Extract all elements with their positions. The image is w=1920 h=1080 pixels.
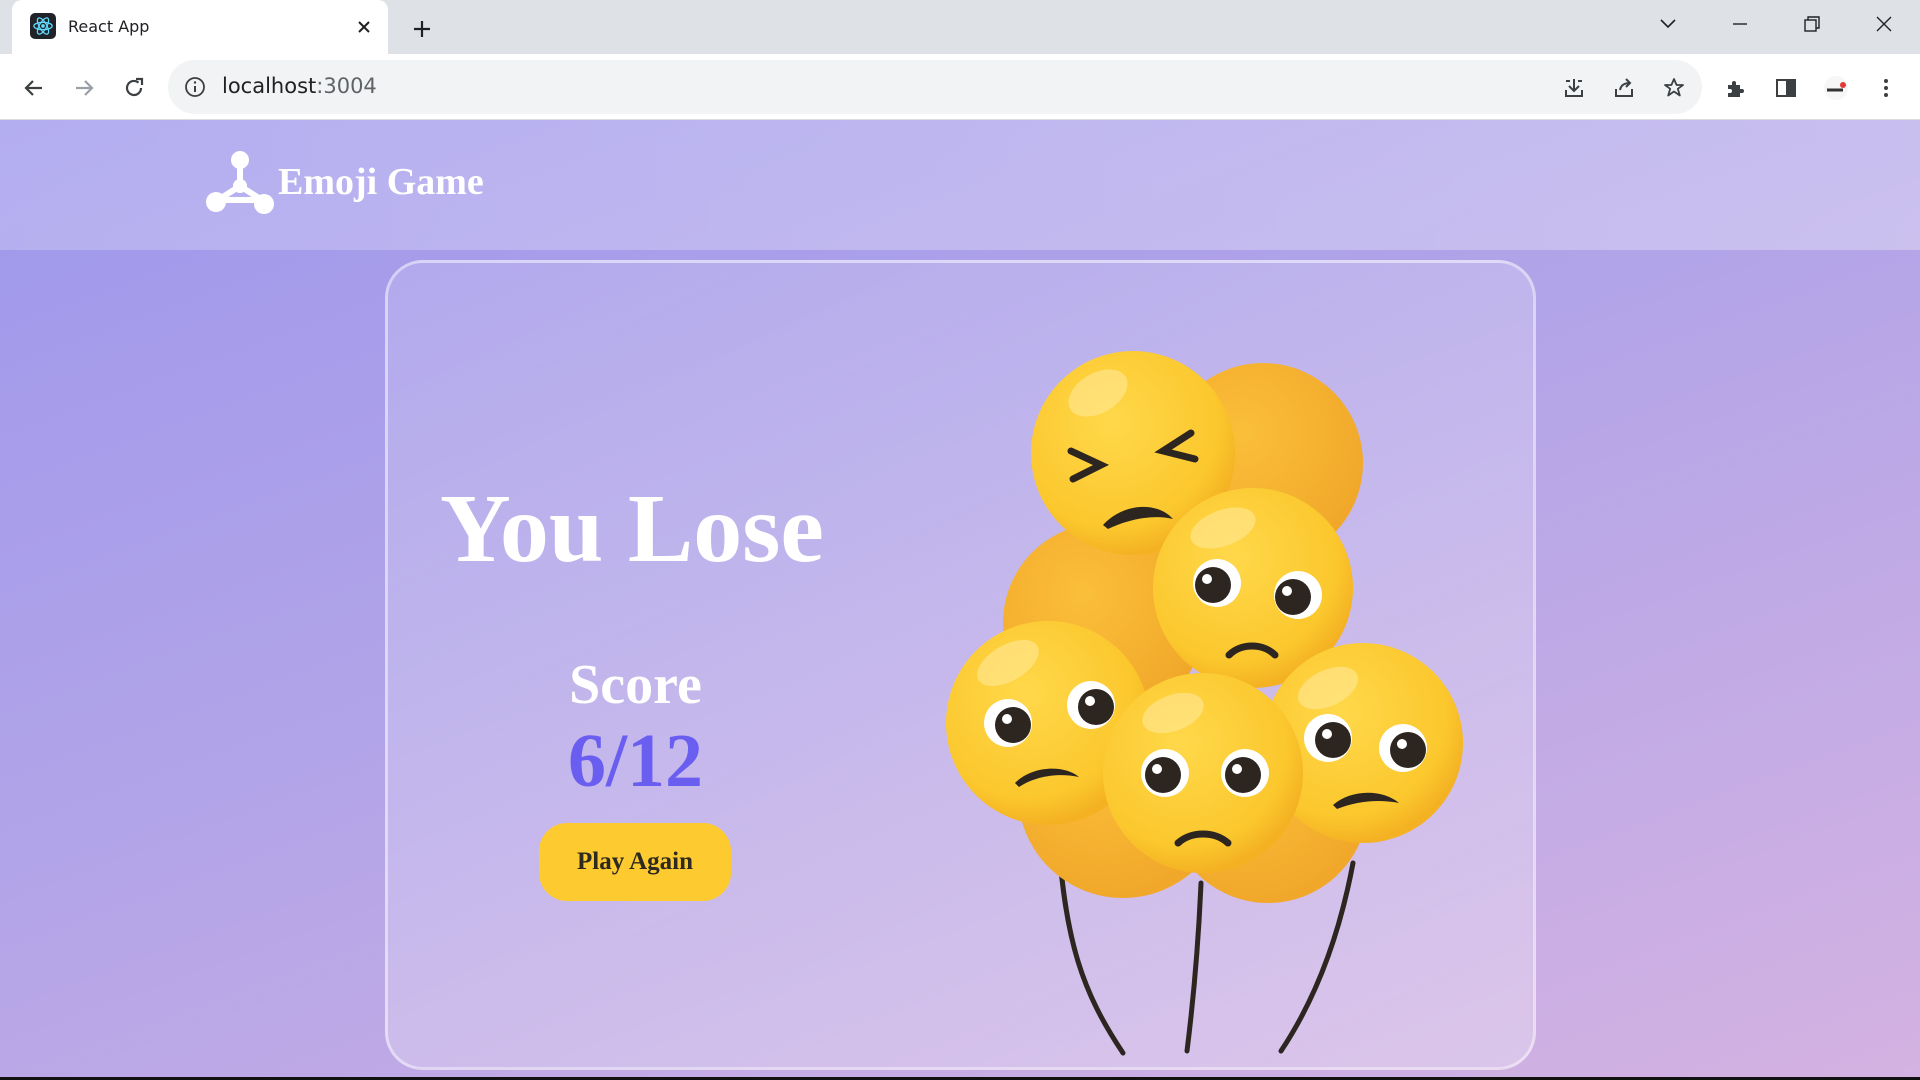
back-icon[interactable] xyxy=(14,68,54,108)
brand-title: Emoji Game xyxy=(278,161,484,203)
result-title: You Lose xyxy=(440,475,824,583)
profile-icon[interactable] xyxy=(1816,68,1856,108)
side-panel-icon[interactable] xyxy=(1766,68,1806,108)
score-value: 6/12 xyxy=(567,719,704,803)
browser-toolbar: localhost:3004 xyxy=(0,54,1920,120)
plus-icon[interactable] xyxy=(404,11,440,47)
close-icon[interactable] xyxy=(350,13,378,41)
tab-strip: React App xyxy=(0,0,1920,54)
tab-title: React App xyxy=(68,17,150,36)
install-icon[interactable] xyxy=(1554,68,1594,108)
react-icon xyxy=(30,13,56,39)
emoji-balloons-image xyxy=(933,303,1493,1068)
menu-icon[interactable] xyxy=(1866,68,1906,108)
chevron-down-icon[interactable] xyxy=(1648,8,1688,40)
app-navbar: Emoji Game xyxy=(0,120,1920,250)
logo-icon xyxy=(204,150,276,223)
reload-icon[interactable] xyxy=(114,68,154,108)
address-bar[interactable]: localhost:3004 xyxy=(168,60,1702,114)
browser-tab[interactable]: React App xyxy=(12,0,388,54)
share-icon[interactable] xyxy=(1604,68,1644,108)
page: Emoji Game You Lose Score 6/12 Play Agai… xyxy=(0,120,1920,1080)
star-icon[interactable] xyxy=(1654,68,1694,108)
minimize-icon[interactable] xyxy=(1720,8,1760,40)
score-label: Score xyxy=(569,654,702,716)
restore-icon[interactable] xyxy=(1792,8,1832,40)
extensions-icon[interactable] xyxy=(1716,68,1756,108)
window-close-icon[interactable] xyxy=(1864,8,1904,40)
play-again-button[interactable]: Play Again xyxy=(539,823,731,901)
info-icon[interactable] xyxy=(182,74,208,100)
forward-icon[interactable] xyxy=(64,68,104,108)
url-text[interactable]: localhost:3004 xyxy=(222,74,377,98)
result-card: You Lose Score 6/12 Play Again xyxy=(385,260,1536,1070)
